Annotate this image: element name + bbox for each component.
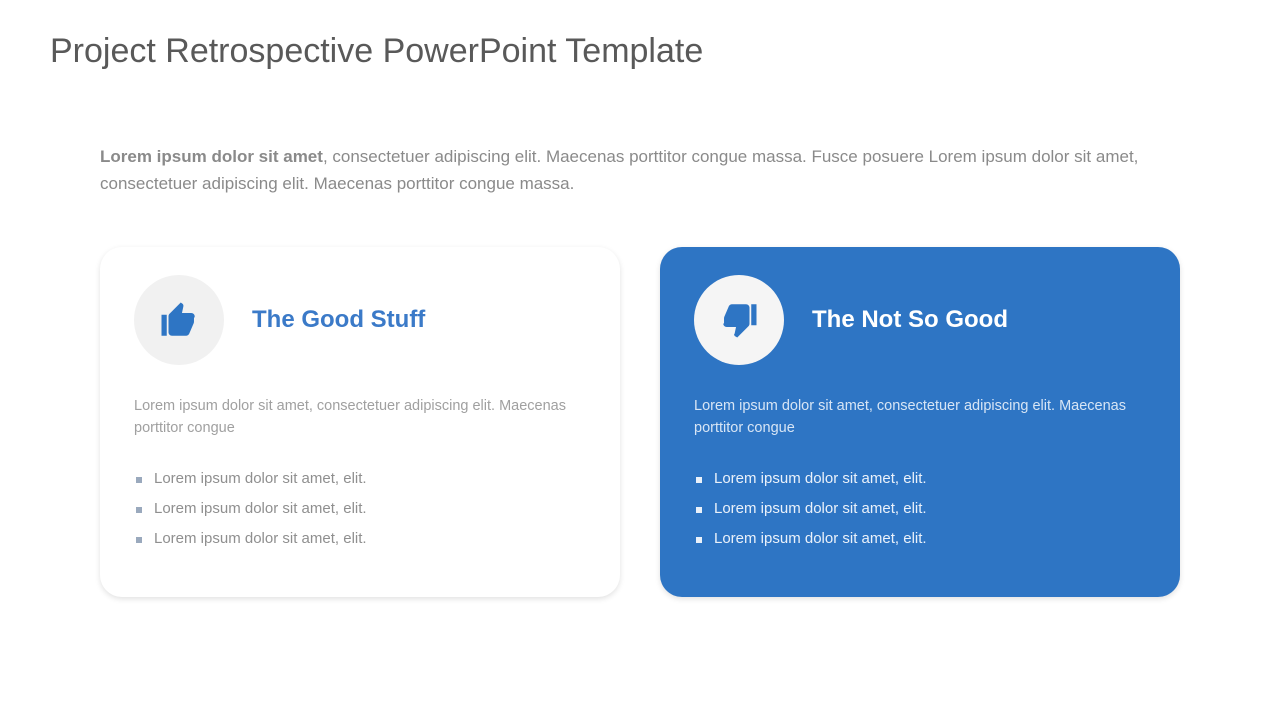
list-item: Lorem ipsum dolor sit amet, elit.: [694, 464, 1146, 494]
thumbs-up-icon: [134, 275, 224, 365]
thumbs-down-icon: [694, 275, 784, 365]
slide-title: Project Retrospective PowerPoint Templat…: [50, 30, 1230, 73]
bad-bullet-list: Lorem ipsum dolor sit amet, elit. Lorem …: [694, 464, 1146, 554]
slide: Project Retrospective PowerPoint Templat…: [0, 0, 1280, 720]
list-item: Lorem ipsum dolor sit amet, elit.: [134, 524, 586, 554]
bad-card: The Not So Good Lorem ipsum dolor sit am…: [660, 247, 1180, 597]
list-item: Lorem ipsum dolor sit amet, elit.: [134, 464, 586, 494]
bad-card-desc: Lorem ipsum dolor sit amet, consectetuer…: [694, 395, 1146, 440]
list-item: Lorem ipsum dolor sit amet, elit.: [694, 524, 1146, 554]
good-card-desc: Lorem ipsum dolor sit amet, consectetuer…: [134, 395, 586, 440]
good-card-title: The Good Stuff: [252, 304, 425, 335]
good-bullet-list: Lorem ipsum dolor sit amet, elit. Lorem …: [134, 464, 586, 554]
list-item: Lorem ipsum dolor sit amet, elit.: [694, 494, 1146, 524]
good-card-header: The Good Stuff: [134, 275, 586, 365]
intro-bold-text: Lorem ipsum dolor sit amet: [100, 147, 323, 166]
good-card: The Good Stuff Lorem ipsum dolor sit ame…: [100, 247, 620, 597]
list-item: Lorem ipsum dolor sit amet, elit.: [134, 494, 586, 524]
bad-card-header: The Not So Good: [694, 275, 1146, 365]
bad-card-title: The Not So Good: [812, 304, 1008, 335]
intro-text: Lorem ipsum dolor sit amet, consectetuer…: [100, 143, 1170, 197]
cards-row: The Good Stuff Lorem ipsum dolor sit ame…: [100, 247, 1180, 597]
